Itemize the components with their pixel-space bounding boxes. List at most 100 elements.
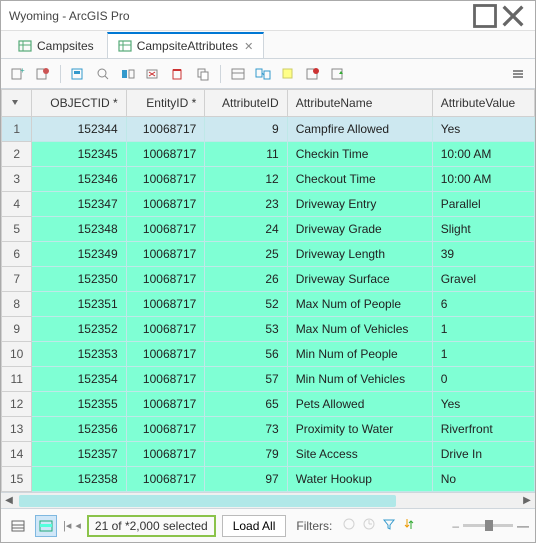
cell-attributeid[interactable]: 79 (205, 442, 287, 467)
zoom-slider[interactable]: – — (452, 519, 529, 533)
cell-attributevalue[interactable]: Riverfront (432, 417, 534, 442)
cell-attributeid[interactable]: 25 (205, 242, 287, 267)
cell-entityid[interactable]: 10068717 (126, 167, 205, 192)
row-number[interactable]: 1 (2, 117, 32, 142)
table-row[interactable]: 31523461006871712Checkout Time10:00 AM (2, 167, 535, 192)
show-all-records-button[interactable] (7, 515, 29, 537)
cell-attributename[interactable]: Min Num of People (287, 342, 432, 367)
clear-selection-button[interactable] (142, 63, 164, 85)
cell-objectid[interactable]: 152348 (32, 217, 126, 242)
cell-attributename[interactable]: Site Access (287, 442, 432, 467)
cell-entityid[interactable]: 10068717 (126, 192, 205, 217)
filter-field-icon[interactable] (382, 517, 396, 534)
zoom-selection-button[interactable] (92, 63, 114, 85)
col-entityid[interactable]: EntityID * (126, 90, 205, 117)
cell-objectid[interactable]: 152346 (32, 167, 126, 192)
cell-objectid[interactable]: 152347 (32, 192, 126, 217)
horizontal-scrollbar[interactable]: ◀ ▶ (1, 492, 535, 508)
row-number[interactable]: 11 (2, 367, 32, 392)
filter-sort-icon[interactable] (402, 517, 416, 534)
cell-attributevalue[interactable]: Slight (432, 217, 534, 242)
cell-attributeid[interactable]: 53 (205, 317, 287, 342)
table-viewport[interactable]: OBJECTID * EntityID * AttributeID Attrib… (1, 89, 535, 492)
cell-objectid[interactable]: 152344 (32, 117, 126, 142)
cell-attributeid[interactable]: 11 (205, 142, 287, 167)
table-options-button[interactable] (302, 63, 324, 85)
cell-entityid[interactable]: 10068717 (126, 117, 205, 142)
cell-attributeid[interactable]: 23 (205, 192, 287, 217)
filter-time-icon[interactable] (362, 517, 376, 534)
show-selected-records-button[interactable] (35, 515, 57, 537)
cell-entityid[interactable]: 10068717 (126, 317, 205, 342)
nav-prev-icon[interactable]: ◂ (75, 519, 81, 532)
zoom-in-icon[interactable]: — (517, 519, 529, 533)
cell-attributeid[interactable]: 26 (205, 267, 287, 292)
related-data-button[interactable] (252, 63, 274, 85)
cell-attributevalue[interactable]: Gravel (432, 267, 534, 292)
cell-entityid[interactable]: 10068717 (126, 142, 205, 167)
col-attributeid[interactable]: AttributeID (205, 90, 287, 117)
table-row[interactable]: 1152344100687179Campfire AllowedYes (2, 117, 535, 142)
cell-objectid[interactable]: 152354 (32, 367, 126, 392)
row-number[interactable]: 12 (2, 392, 32, 417)
table-row[interactable]: 111523541006871757Min Num of Vehicles0 (2, 367, 535, 392)
cell-attributeid[interactable]: 65 (205, 392, 287, 417)
scroll-left-arrow[interactable]: ◀ (1, 493, 17, 508)
cell-attributevalue[interactable]: Yes (432, 392, 534, 417)
cell-attributevalue[interactable]: Drive In (432, 442, 534, 467)
table-row[interactable]: 151523581006871797Water HookupNo (2, 467, 535, 492)
cell-attributevalue[interactable]: 1 (432, 317, 534, 342)
window-close-icon[interactable] (499, 6, 527, 26)
field-calc-button[interactable] (32, 63, 54, 85)
cell-attributename[interactable]: Checkout Time (287, 167, 432, 192)
cell-attributename[interactable]: Checkin Time (287, 142, 432, 167)
table-row[interactable]: 121523551006871765Pets AllowedYes (2, 392, 535, 417)
scroll-thumb[interactable] (19, 495, 396, 507)
table-row[interactable]: 131523561006871773Proximity to WaterRive… (2, 417, 535, 442)
cell-objectid[interactable]: 152350 (32, 267, 126, 292)
cell-attributename[interactable]: Max Num of Vehicles (287, 317, 432, 342)
cell-attributename[interactable]: Pets Allowed (287, 392, 432, 417)
zoom-out-icon[interactable]: – (452, 519, 459, 533)
show-all-button[interactable] (227, 63, 249, 85)
cell-attributeid[interactable]: 57 (205, 367, 287, 392)
row-number[interactable]: 13 (2, 417, 32, 442)
delete-selection-button[interactable] (167, 63, 189, 85)
cell-attributename[interactable]: Min Num of Vehicles (287, 367, 432, 392)
row-number[interactable]: 4 (2, 192, 32, 217)
scroll-track[interactable] (17, 493, 519, 508)
cell-attributename[interactable]: Water Hookup (287, 467, 432, 492)
cell-attributevalue[interactable]: Parallel (432, 192, 534, 217)
tab-campsites[interactable]: Campsites (7, 32, 105, 58)
cell-objectid[interactable]: 152356 (32, 417, 126, 442)
table-row[interactable]: 141523571006871779Site AccessDrive In (2, 442, 535, 467)
cell-attributevalue[interactable]: 10:00 AM (432, 167, 534, 192)
table-row[interactable]: 41523471006871723Driveway EntryParallel (2, 192, 535, 217)
row-number[interactable]: 2 (2, 142, 32, 167)
row-number[interactable]: 14 (2, 442, 32, 467)
col-attributename[interactable]: AttributeName (287, 90, 432, 117)
cell-attributevalue[interactable]: 0 (432, 367, 534, 392)
cell-objectid[interactable]: 152351 (32, 292, 126, 317)
copy-selection-button[interactable] (192, 63, 214, 85)
highlight-button[interactable] (277, 63, 299, 85)
cell-entityid[interactable]: 10068717 (126, 417, 205, 442)
cell-objectid[interactable]: 152358 (32, 467, 126, 492)
cell-attributeid[interactable]: 73 (205, 417, 287, 442)
cell-attributename[interactable]: Driveway Entry (287, 192, 432, 217)
filter-extent-icon[interactable] (342, 517, 356, 534)
cell-attributevalue[interactable]: 1 (432, 342, 534, 367)
row-number[interactable]: 6 (2, 242, 32, 267)
row-number[interactable]: 5 (2, 217, 32, 242)
cell-attributename[interactable]: Campfire Allowed (287, 117, 432, 142)
cell-entityid[interactable]: 10068717 (126, 217, 205, 242)
table-row[interactable]: 61523491006871725Driveway Length39 (2, 242, 535, 267)
table-row[interactable]: 101523531006871756Min Num of People1 (2, 342, 535, 367)
zoom-knob[interactable] (485, 520, 493, 531)
cell-objectid[interactable]: 152352 (32, 317, 126, 342)
menu-button[interactable] (507, 63, 529, 85)
cell-attributevalue[interactable]: No (432, 467, 534, 492)
table-row[interactable]: 71523501006871726Driveway SurfaceGravel (2, 267, 535, 292)
table-row[interactable]: 51523481006871724Driveway GradeSlight (2, 217, 535, 242)
row-number[interactable]: 7 (2, 267, 32, 292)
